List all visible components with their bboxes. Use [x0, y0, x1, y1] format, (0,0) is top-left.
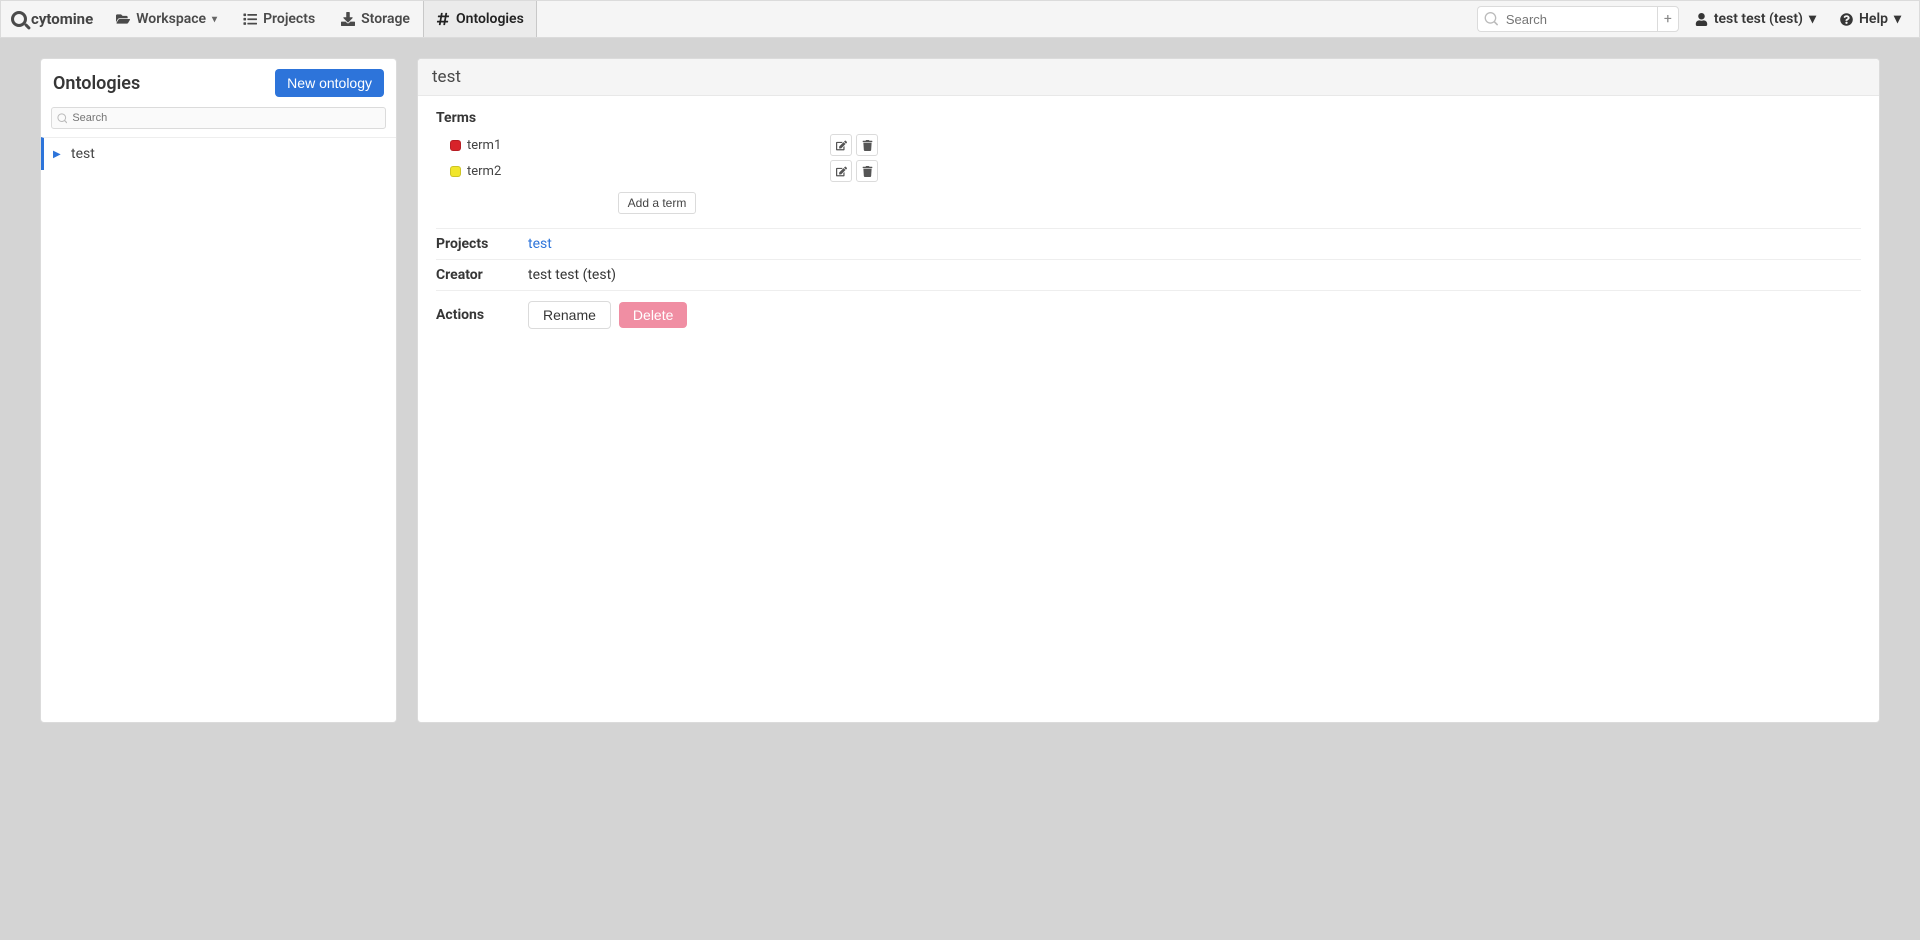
global-search-add-button[interactable]: +	[1657, 6, 1679, 32]
term-name: term2	[467, 164, 830, 179]
nav-workspace[interactable]: Workspace ▾	[103, 1, 230, 37]
nav-ontologies[interactable]: Ontologies	[423, 1, 537, 37]
ontology-list: ▶ test	[41, 137, 396, 170]
delete-term-button[interactable]	[856, 134, 878, 156]
delete-term-button[interactable]	[856, 160, 878, 182]
terms-section-title: Terms	[436, 110, 1861, 126]
caret-right-icon: ▶	[53, 149, 71, 160]
edit-term-button[interactable]	[830, 134, 852, 156]
creator-value: test test (test)	[528, 267, 616, 283]
nav-storage-label: Storage	[361, 11, 410, 27]
user-menu-label: test test (test)	[1714, 11, 1803, 27]
term-name: term1	[467, 138, 830, 153]
trash-icon	[862, 166, 873, 177]
delete-button[interactable]: Delete	[619, 302, 687, 328]
nav-ontologies-label: Ontologies	[456, 11, 524, 27]
nav-workspace-label: Workspace	[136, 11, 206, 27]
term-row[interactable]: term2	[450, 158, 878, 184]
projects-label: Projects	[436, 236, 528, 252]
edit-term-button[interactable]	[830, 160, 852, 182]
page-content: Ontologies New ontology ▶ test test Term…	[0, 38, 1920, 763]
user-menu[interactable]: test test (test) ▾	[1683, 1, 1828, 37]
download-icon	[341, 12, 355, 26]
brand-name: cytomine	[31, 10, 93, 28]
term-color-swatch	[450, 140, 461, 151]
sidebar-search	[51, 107, 386, 129]
chevron-down-icon: ▾	[212, 14, 217, 25]
chevron-down-icon: ▾	[1809, 11, 1816, 27]
ontology-sidebar: Ontologies New ontology ▶ test	[40, 58, 397, 723]
ontology-list-item[interactable]: ▶ test	[41, 137, 396, 170]
edit-icon	[836, 140, 847, 151]
sidebar-search-input[interactable]	[72, 108, 385, 128]
nav-projects[interactable]: Projects	[230, 1, 328, 37]
add-term-button[interactable]: Add a term	[618, 192, 697, 214]
detail-title: test	[418, 59, 1879, 96]
hashtag-icon	[436, 12, 450, 26]
ontology-detail-panel: test Terms term1	[417, 58, 1880, 723]
term-row[interactable]: term1	[450, 132, 878, 158]
search-icon	[57, 113, 67, 124]
global-search-input[interactable]	[1477, 6, 1657, 32]
actions-label: Actions	[436, 307, 528, 323]
folder-open-icon	[116, 12, 130, 26]
project-link[interactable]: test	[528, 236, 552, 252]
list-icon	[243, 12, 257, 26]
sidebar-title: Ontologies	[53, 73, 140, 94]
chevron-down-icon: ▾	[1894, 11, 1901, 27]
new-ontology-button[interactable]: New ontology	[275, 69, 384, 97]
user-icon	[1695, 13, 1708, 26]
terms-list: term1 term2	[436, 132, 878, 214]
global-search: +	[1473, 1, 1683, 37]
logo-icon	[11, 11, 27, 27]
edit-icon	[836, 166, 847, 177]
help-menu-label: Help	[1859, 11, 1888, 27]
top-navbar: cytomine Workspace ▾ Projects Storage On…	[0, 0, 1920, 38]
nav-projects-label: Projects	[263, 11, 315, 27]
trash-icon	[862, 140, 873, 151]
ontology-item-name: test	[71, 146, 95, 162]
nav-storage[interactable]: Storage	[328, 1, 423, 37]
brand-logo[interactable]: cytomine	[1, 1, 103, 37]
rename-button[interactable]: Rename	[528, 301, 611, 329]
help-icon	[1840, 13, 1853, 26]
help-menu[interactable]: Help ▾	[1828, 1, 1913, 37]
term-color-swatch	[450, 166, 461, 177]
ontology-metadata: Projects test Creator test test (test) A…	[436, 228, 1861, 336]
creator-label: Creator	[436, 267, 528, 283]
